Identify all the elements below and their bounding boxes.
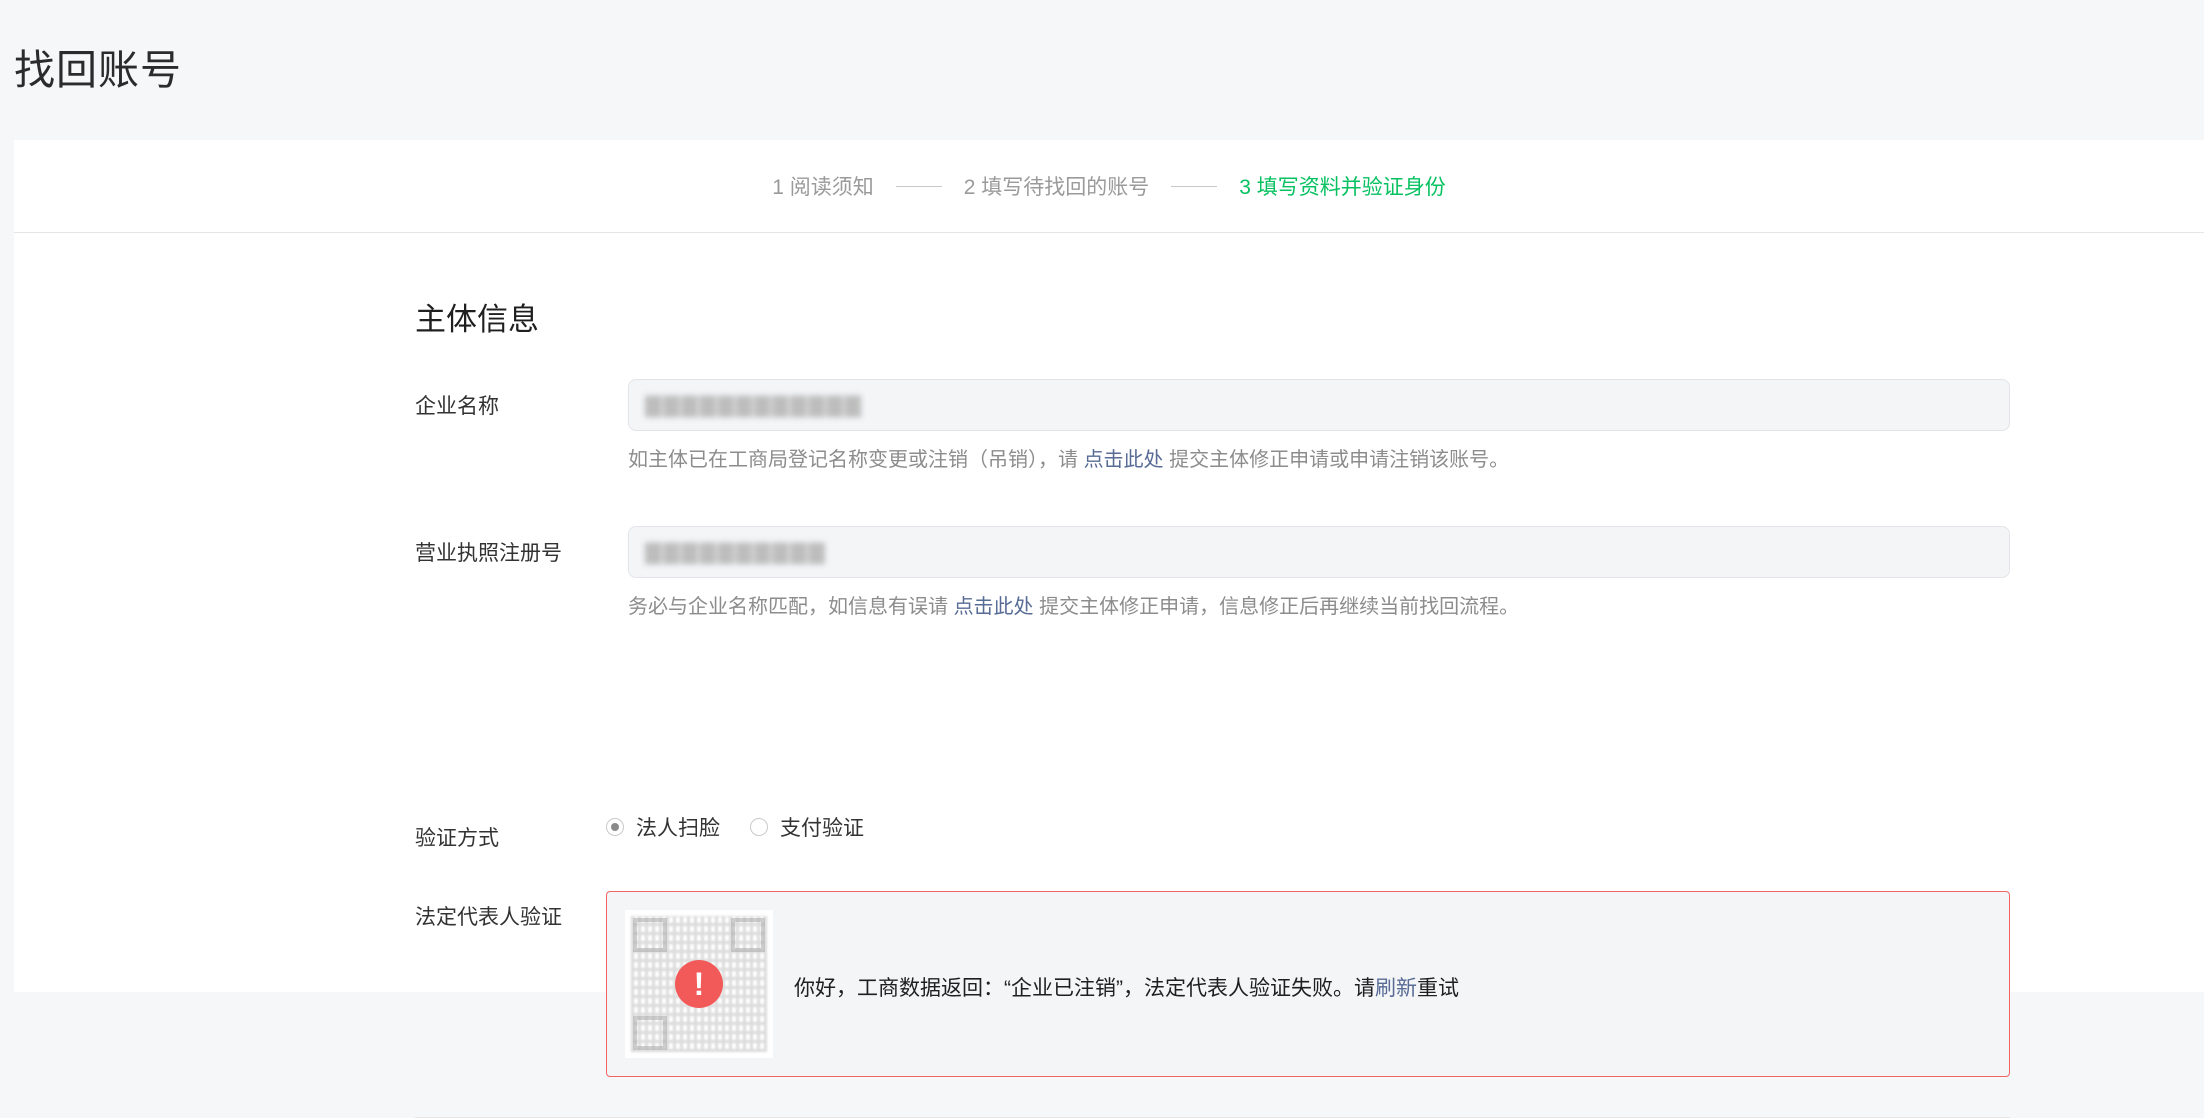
qr-corner bbox=[633, 918, 667, 952]
step-separator bbox=[1171, 185, 1218, 187]
license-no-field[interactable]: ▇▇▇▇▇▇▇▇▇▇ bbox=[628, 526, 2010, 578]
radio-payment-verify[interactable]: 支付验证 bbox=[750, 812, 864, 842]
company-name-field[interactable]: ▇▇▇▇▇▇▇▇▇▇▇▇ bbox=[628, 379, 2010, 431]
radio-dot-icon bbox=[750, 818, 768, 836]
license-no-fix-link[interactable]: 点击此处 bbox=[954, 596, 1034, 618]
verify-error-message: 你好，工商数据返回：“企业已注销”，法定代表人验证失败。请刷新重试 bbox=[794, 972, 1459, 1002]
radio-label: 法人扫脸 bbox=[636, 817, 720, 840]
error-icon: ! bbox=[675, 960, 723, 1008]
step-1: 1 阅读须知 bbox=[772, 176, 874, 199]
message-text: 重试 bbox=[1416, 977, 1459, 1000]
legal-rep-verify-box: ! 你好，工商数据返回：“企业已注销”，法定代表人验证失败。请刷新重试 bbox=[606, 891, 2010, 1077]
hint-text: 务必与企业名称匹配，如信息有误请 bbox=[628, 596, 954, 618]
message-text: 你好，工商数据返回：“企业已注销”，法定代表人验证失败。请 bbox=[794, 977, 1375, 1000]
qr-code-icon: ! bbox=[625, 910, 773, 1058]
main-panel: 1 阅读须知 2 填写待找回的账号 3 填写资料并验证身份 主体信息 企业名称 … bbox=[14, 140, 2204, 1118]
qr-corner bbox=[633, 1016, 667, 1050]
company-name-value-redacted: ▇▇▇▇▇▇▇▇▇▇▇▇ bbox=[645, 393, 863, 417]
license-no-hint: 务必与企业名称匹配，如信息有误请 点击此处 提交主体修正申请，信息修正后再继续当… bbox=[628, 590, 1519, 619]
refresh-link[interactable]: 刷新 bbox=[1375, 977, 1417, 1000]
verify-method-radio-group: 法人扫脸 支付验证 bbox=[606, 812, 894, 842]
license-no-label: 营业执照注册号 bbox=[415, 542, 562, 565]
step-separator bbox=[895, 185, 942, 187]
step-indicator: 1 阅读须知 2 填写待找回的账号 3 填写资料并验证身份 bbox=[14, 140, 2204, 233]
radio-face-scan[interactable]: 法人扫脸 bbox=[606, 812, 720, 842]
company-name-hint: 如主体已在工商局登记名称变更或注销（吊销），请 点击此处 提交主体修正申请或申请… bbox=[628, 443, 1509, 472]
section-title: 主体信息 bbox=[415, 302, 539, 337]
verify-method-label: 验证方式 bbox=[415, 827, 499, 850]
qr-corner bbox=[731, 918, 765, 952]
step-3: 3 填写资料并验证身份 bbox=[1239, 176, 1446, 199]
legal-rep-label: 法定代表人验证 bbox=[415, 906, 562, 929]
company-name-fix-link[interactable]: 点击此处 bbox=[1084, 449, 1164, 471]
radio-label: 支付验证 bbox=[780, 817, 864, 840]
hint-text: 如主体已在工商局登记名称变更或注销（吊销），请 bbox=[628, 449, 1084, 471]
company-name-label: 企业名称 bbox=[415, 395, 499, 418]
form-content: 主体信息 企业名称 ▇▇▇▇▇▇▇▇▇▇▇▇ 如主体已在工商局登记名称变更或注销… bbox=[415, 232, 2027, 1118]
radio-dot-icon bbox=[606, 818, 624, 836]
step-2: 2 填写待找回的账号 bbox=[963, 176, 1150, 199]
hint-text: 提交主体修正申请，信息修正后再继续当前找回流程。 bbox=[1033, 596, 1520, 618]
hint-text: 提交主体修正申请或申请注销该账号。 bbox=[1163, 449, 1510, 471]
license-no-value-redacted: ▇▇▇▇▇▇▇▇▇▇ bbox=[645, 540, 827, 564]
page-title: 找回账号 bbox=[14, 47, 182, 93]
